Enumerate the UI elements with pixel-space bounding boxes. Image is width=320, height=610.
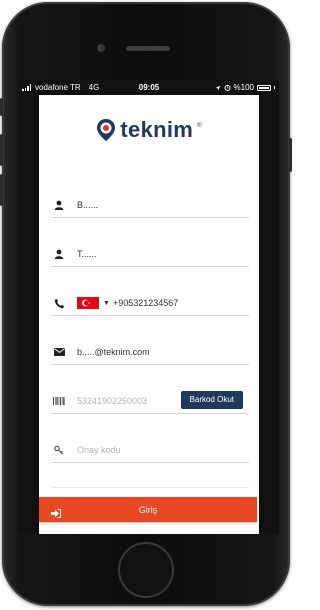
barcode-input[interactable]: 53241902250003 — [77, 396, 147, 406]
mute-switch — [0, 98, 3, 116]
earpiece-speaker — [126, 46, 170, 51]
phone-icon — [51, 298, 67, 309]
volume-down-button — [0, 174, 3, 206]
login-button-label: Giriş — [138, 504, 158, 515]
login-card: teknim ® B...... T...... ▼ +905321234567… — [39, 95, 259, 534]
registered-mark: ® — [197, 123, 202, 129]
battery-icon — [257, 84, 271, 91]
email-field[interactable]: b.....@teknim.com — [51, 340, 249, 365]
brand-name: teknim — [120, 117, 194, 142]
key-icon — [51, 445, 67, 455]
barcode-icon — [51, 397, 67, 405]
confirmation-code-input[interactable]: Onay kodu — [77, 445, 121, 455]
location-icon — [215, 85, 220, 90]
turkey-flag-icon[interactable] — [77, 297, 99, 309]
status-bar: vodafone TR 4G 09:05 %100 — [19, 80, 279, 95]
first-name-value: B...... — [77, 200, 99, 210]
phone-device: vodafone TR 4G 09:05 %100 teknim ® B....… — [0, 2, 292, 606]
barcode-field[interactable]: 53241902250003 Barkod Okut — [51, 389, 249, 414]
user-icon — [51, 200, 67, 210]
last-name-value: T...... — [77, 249, 97, 259]
volume-up-button — [0, 134, 3, 166]
phone-field[interactable]: ▼ +905321234567 — [51, 291, 249, 316]
location-pin-logo-icon — [97, 119, 116, 141]
last-name-field[interactable]: T...... — [51, 242, 249, 267]
login-button[interactable]: Giriş — [39, 497, 257, 522]
confirmation-code-field[interactable]: Onay kodu — [51, 438, 249, 463]
phone-value: +905321234567 — [112, 298, 179, 308]
divider — [51, 487, 249, 488]
email-value: b.....@teknim.com — [77, 347, 150, 357]
envelope-icon — [51, 348, 67, 356]
country-dropdown-icon[interactable]: ▼ — [103, 300, 110, 307]
phone-screen: vodafone TR 4G 09:05 %100 teknim ® B....… — [19, 80, 279, 534]
status-right: %100 — [215, 80, 275, 95]
first-name-field[interactable]: B...... — [51, 193, 249, 218]
power-button — [289, 138, 292, 172]
user-icon — [51, 249, 67, 259]
home-button[interactable] — [118, 542, 174, 598]
alarm-icon — [224, 84, 231, 91]
scan-barcode-button[interactable]: Barkod Okut — [180, 391, 243, 409]
battery-percent: %100 — [233, 83, 254, 92]
brand-logo: teknim ® — [39, 117, 259, 143]
front-camera — [97, 44, 105, 52]
